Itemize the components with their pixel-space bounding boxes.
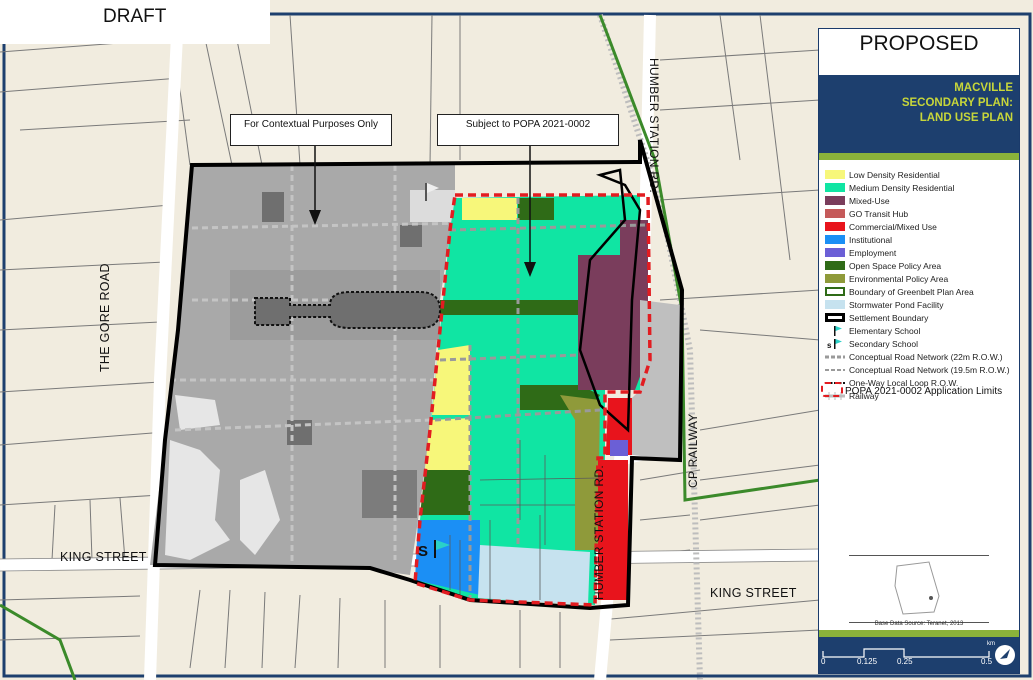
context-block-2 [400, 225, 422, 247]
legend-swatch [825, 196, 845, 205]
legend-swatch [825, 274, 845, 283]
open-space-1 [420, 470, 470, 515]
employment [610, 440, 628, 456]
low-density-north [462, 198, 517, 220]
legend-title-line-2: SECONDARY PLAN: [901, 97, 1013, 109]
mixed-use-1 [578, 255, 625, 390]
legend-swatch [825, 287, 845, 296]
road-label-humber-station-south: HUMBER STATION RD. [592, 465, 606, 600]
legend-swatch [825, 235, 845, 244]
legend-swatch [825, 352, 845, 361]
legend-swatch [825, 248, 845, 257]
legend-swatch [825, 183, 845, 192]
scale-tick-0: 0 [821, 657, 826, 666]
context-school-1 [410, 190, 455, 222]
legend-swatch [825, 365, 845, 374]
secondary-school-marker: S [418, 543, 429, 560]
road-label-the-gore-road: THE GORE ROAD [98, 263, 112, 372]
environmental-area-3 [175, 395, 220, 430]
scale-tick-3: 0.5 [981, 657, 993, 666]
road-label-king-street-west: KING STREET [60, 550, 147, 564]
context-block-4 [362, 470, 417, 518]
key-map-shape [894, 561, 940, 615]
callout-contextual: For Contextual Purposes Only [230, 114, 392, 146]
open-space-2 [518, 198, 554, 220]
context-block-1 [262, 192, 284, 222]
stormwater-pond [478, 545, 590, 605]
legend-title-line-1: MACVILLE [954, 82, 1013, 94]
svg-text:s: s [827, 341, 832, 349]
flag-s-icon: s [825, 339, 845, 350]
legend-swatch [825, 170, 845, 179]
legend-accent-bar-top [819, 153, 1019, 160]
flag-icon [825, 326, 845, 336]
legend-swatch [825, 313, 845, 322]
legend-swatch [825, 261, 845, 270]
base-data-source: Base Data Source: Teranet, 2013 [874, 621, 964, 627]
draft-banner: DRAFT [0, 0, 270, 44]
dumbbell-road [254, 291, 442, 329]
scale-tick-1: 0.125 [857, 657, 878, 666]
legend-accent-bar-bottom [819, 630, 1019, 637]
legend-title-line-3: LAND USE PLAN [919, 112, 1013, 124]
legend-status: PROPOSED [859, 32, 979, 55]
legend-swatch [825, 222, 845, 231]
legend-popa-swatch [821, 382, 843, 397]
key-map [849, 555, 989, 623]
legend-swatch [825, 300, 845, 309]
legend-title-band: MACVILLE SECONDARY PLAN: LAND USE PLAN [819, 75, 1019, 153]
road-label-cp-railway: CP RAILWAY [686, 413, 700, 488]
legend-swatch [825, 209, 845, 218]
legend-popa-label: POPA 2021-0002 Application Limits [845, 386, 1003, 397]
draft-label: DRAFT [103, 6, 167, 27]
callout-subject: Subject to POPA 2021-0002 [437, 114, 619, 146]
scale-bar-area: 0 0.125 0.25 0.5 km [819, 637, 1019, 673]
road-label-king-street-east: KING STREET [710, 586, 797, 600]
road-label-humber-station-north: HUMBER STATION RD. [647, 58, 661, 193]
low-density-south [425, 418, 470, 470]
scale-tick-2: 0.25 [897, 657, 913, 666]
legend-panel: PROPOSED MACVILLE SECONDARY PLAN: LAND U… [818, 28, 1020, 674]
scale-unit: km [987, 641, 995, 647]
